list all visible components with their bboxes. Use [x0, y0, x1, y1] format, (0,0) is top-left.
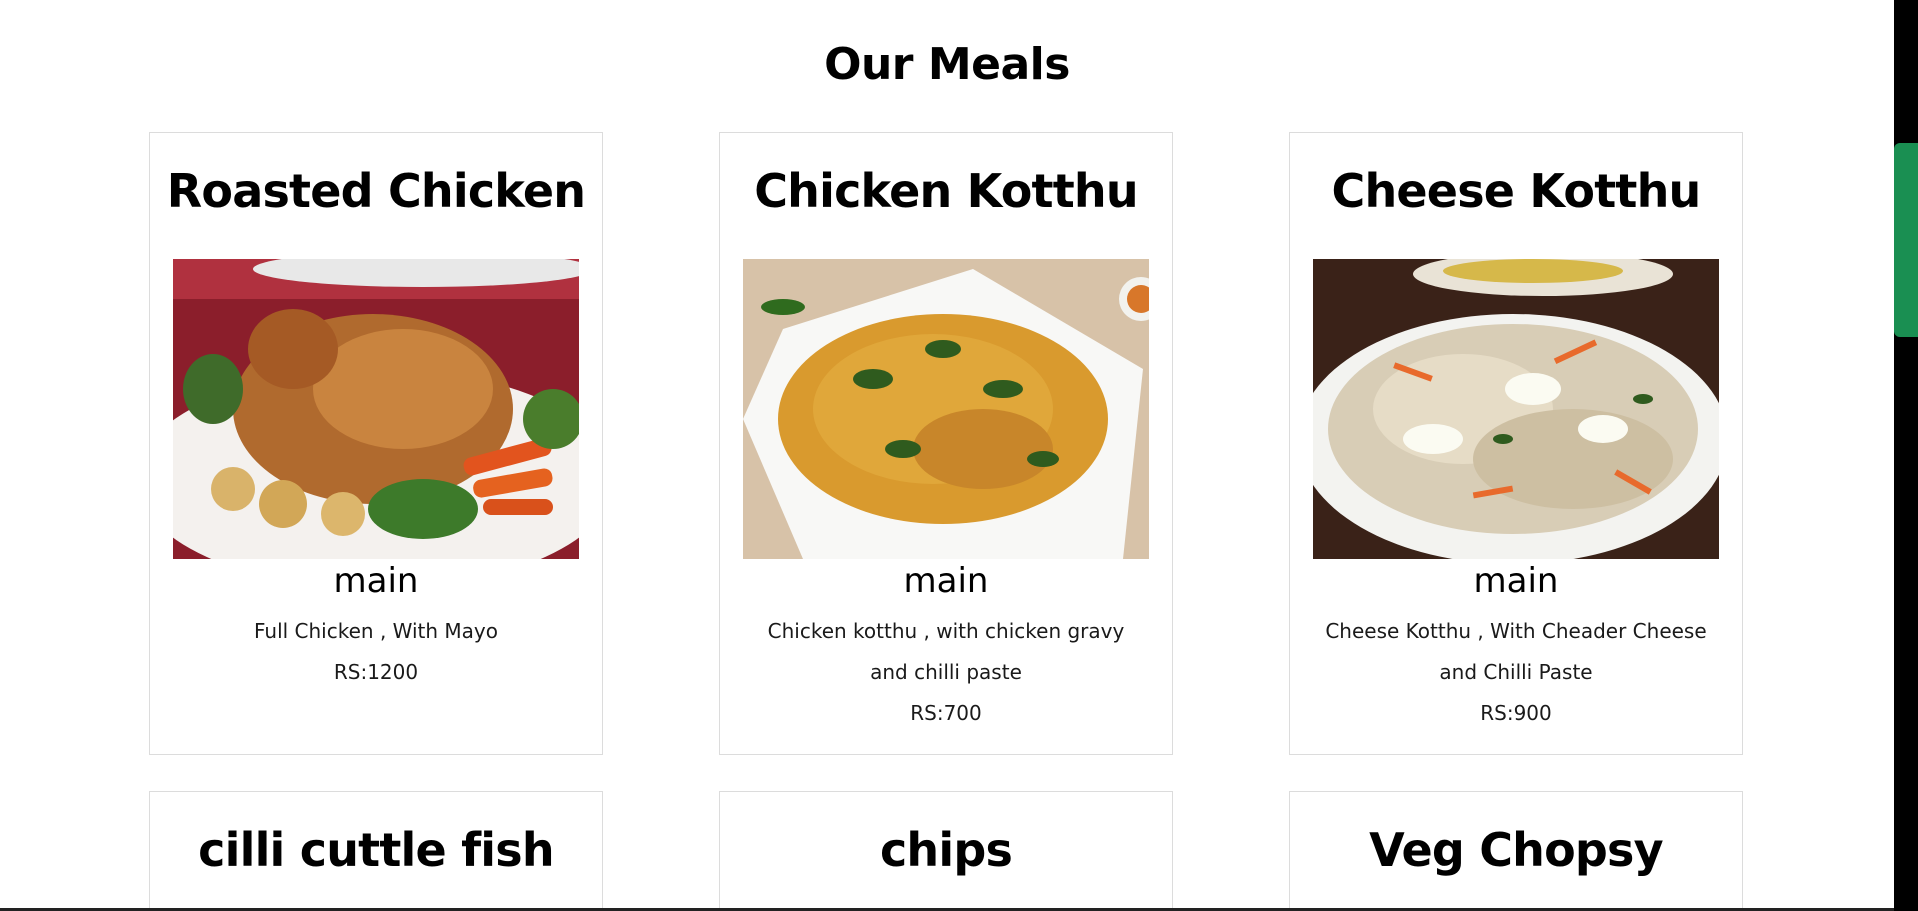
scrollbar-track[interactable] — [1894, 0, 1918, 911]
meal-price: RS:1200 — [333, 660, 419, 684]
meal-card-roasted-chicken[interactable]: Roasted Chicken main Full Chicken , With… — [149, 132, 603, 755]
meal-price: RS:900 — [1480, 701, 1552, 725]
cheese-kotthu-image — [1313, 259, 1719, 559]
meal-title: chips — [879, 823, 1013, 877]
meal-card-chips[interactable]: chips — [719, 791, 1173, 911]
meal-category: main — [903, 561, 989, 601]
scrollbar-thumb[interactable] — [1894, 143, 1918, 337]
meal-title: Cheese Kotthu — [1331, 164, 1701, 218]
meal-title: Roasted Chicken — [166, 164, 586, 218]
meal-category: main — [1473, 561, 1559, 601]
meal-title: Chicken Kotthu — [754, 164, 1138, 218]
roasted-chicken-image — [173, 259, 579, 559]
meal-title: Veg Chopsy — [1369, 823, 1663, 877]
meal-card-cilli-cuttle-fish[interactable]: cilli cuttle fish — [149, 791, 603, 911]
section-title: Our Meals — [824, 39, 1070, 91]
meals-page: Our Meals Roasted Chicken main Full Chic… — [0, 0, 1918, 911]
meal-description: Chicken kotthu , with chicken gravy and … — [767, 619, 1125, 684]
meal-price: RS:700 — [910, 701, 982, 725]
meal-category: main — [333, 561, 419, 601]
meal-card-chicken-kotthu[interactable]: Chicken Kotthu main Chicken kotthu , wit… — [719, 132, 1173, 755]
meal-title: cilli cuttle fish — [198, 823, 554, 877]
meal-card-cheese-kotthu[interactable]: Cheese Kotthu main Cheese Kotthu , With … — [1289, 132, 1743, 755]
chicken-kotthu-image — [743, 259, 1149, 559]
meal-description: Full Chicken , With Mayo — [253, 619, 499, 643]
meal-description: Cheese Kotthu , With Cheader Cheese and … — [1325, 619, 1707, 684]
meal-card-veg-chopsy[interactable]: Veg Chopsy — [1289, 791, 1743, 911]
